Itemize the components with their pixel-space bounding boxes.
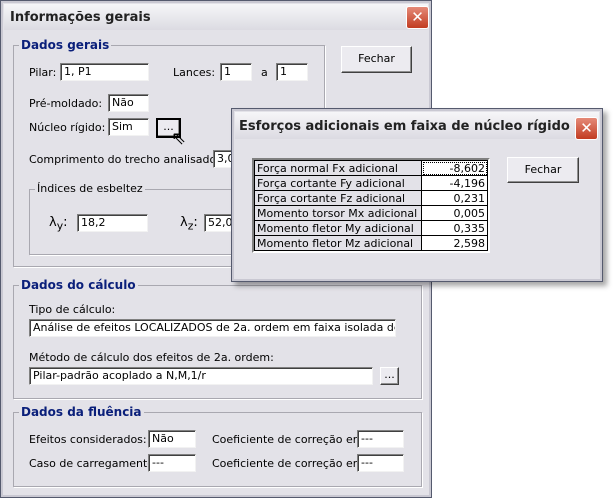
coef-y-field[interactable]: --- (357, 454, 404, 472)
tipo-label: Tipo de cálculo: (29, 303, 116, 316)
table-row[interactable]: Força cortante Fz adicional 0,231 (254, 190, 488, 206)
lambda-sub: z (187, 219, 194, 233)
dialog-fechar-button[interactable]: Fechar (507, 157, 579, 183)
lambda-symbol: λ (49, 215, 57, 230)
esforcos-table: Força normal Fx adicional -8,602 Força cor… (252, 158, 490, 253)
coef-z-field[interactable]: --- (357, 430, 404, 448)
table-row[interactable]: Força normal Fx adicional -8,602 (254, 160, 488, 176)
premoldado-field[interactable]: Não (108, 94, 149, 112)
close-icon[interactable]: ✕ (406, 6, 429, 29)
dialog-titlebar[interactable]: Esforços adicionais em faixa de núcleo r… (235, 112, 599, 139)
row-label: Força cortante Fz adicional (254, 190, 422, 206)
nucleo-field[interactable]: Sim (108, 118, 149, 136)
comprimento-label: Comprimento do trecho analisado (m): (29, 153, 243, 166)
close-icon[interactable]: ✕ (575, 117, 598, 140)
row-value[interactable]: 0,335 (421, 220, 488, 236)
row-label: Momento torsor Mx adicional (254, 205, 422, 221)
pilar-label: Pilar: (29, 66, 57, 79)
lambda-y-label: λy: (49, 215, 68, 233)
row-label: Momento fletor Mz adicional (254, 235, 422, 251)
dialog-title: Esforços adicionais em faixa de núcleo r… (239, 119, 570, 134)
group-dados-fluencia: Dados da fluência (13, 405, 422, 487)
nucleo-label: Núcleo rígido: (29, 121, 106, 134)
row-value[interactable]: 0,231 (421, 190, 488, 206)
efeitos-field[interactable]: Não (148, 430, 196, 448)
fechar-button[interactable]: Fechar (341, 46, 412, 73)
row-label: Força normal Fx adicional (254, 160, 422, 176)
metodo-label: Método de cálculo dos efeitos de 2a. ord… (29, 351, 274, 364)
table-row[interactable]: Momento torsor Mx adicional 0,005 (254, 205, 488, 221)
lambda-z-label: λz: (180, 215, 198, 233)
main-titlebar[interactable]: Informações gerais (4, 4, 428, 30)
efeitos-label: Efeitos considerados: (29, 433, 147, 446)
coef-z-label: Coeficiente de correção em z: (212, 433, 377, 446)
mouse-cursor-icon: ⇖ (171, 128, 187, 149)
row-value[interactable]: 2,598 (421, 235, 488, 251)
group-title: Dados gerais (19, 38, 112, 52)
window-title: Informações gerais (10, 10, 151, 25)
table-row[interactable]: Momento fletor Mz adicional 2,598 (254, 235, 488, 251)
row-label: Momento fletor My adicional (254, 220, 422, 236)
row-value[interactable]: -4,196 (421, 175, 488, 191)
lambda-symbol: λ (180, 215, 188, 230)
table-row[interactable]: Momento fletor My adicional 0,335 (254, 220, 488, 236)
metodo-field[interactable]: Pilar-padrão acoplado a N,M,1/r (29, 367, 373, 385)
group-title: Dados da fluência (19, 405, 144, 419)
coef-y-label: Coeficiente de correção em y: (212, 457, 377, 470)
group-title: Índices de esbeltez (35, 182, 145, 195)
tipo-field[interactable]: Análise de efeitos LOCALIZADOS de 2a. or… (29, 319, 396, 337)
metodo-details-button[interactable]: ... (380, 367, 399, 385)
lances-label: Lances: (173, 66, 216, 79)
lambda-sub: y (56, 219, 64, 233)
dialog-esforcos: Esforços adicionais em faixa de núcleo r… (231, 108, 603, 282)
lambda-y-field[interactable]: 18,2 (77, 214, 148, 232)
lance-to-field[interactable]: 1 (276, 63, 308, 81)
row-value[interactable]: -8,602 (421, 160, 488, 176)
row-label: Força cortante Fy adicional (254, 175, 422, 191)
lance-separator: a (261, 66, 268, 79)
caso-label: Caso de carregamento: (29, 457, 158, 470)
lance-from-field[interactable]: 1 (220, 63, 252, 81)
group-title: Dados do cálculo (19, 278, 138, 292)
premoldado-label: Pré-moldado: (29, 97, 103, 110)
caso-field[interactable]: --- (148, 454, 196, 472)
pilar-field[interactable]: 1, P1 (60, 63, 149, 81)
table-row[interactable]: Força cortante Fy adicional -4,196 (254, 175, 488, 191)
row-value[interactable]: 0,005 (421, 205, 488, 221)
